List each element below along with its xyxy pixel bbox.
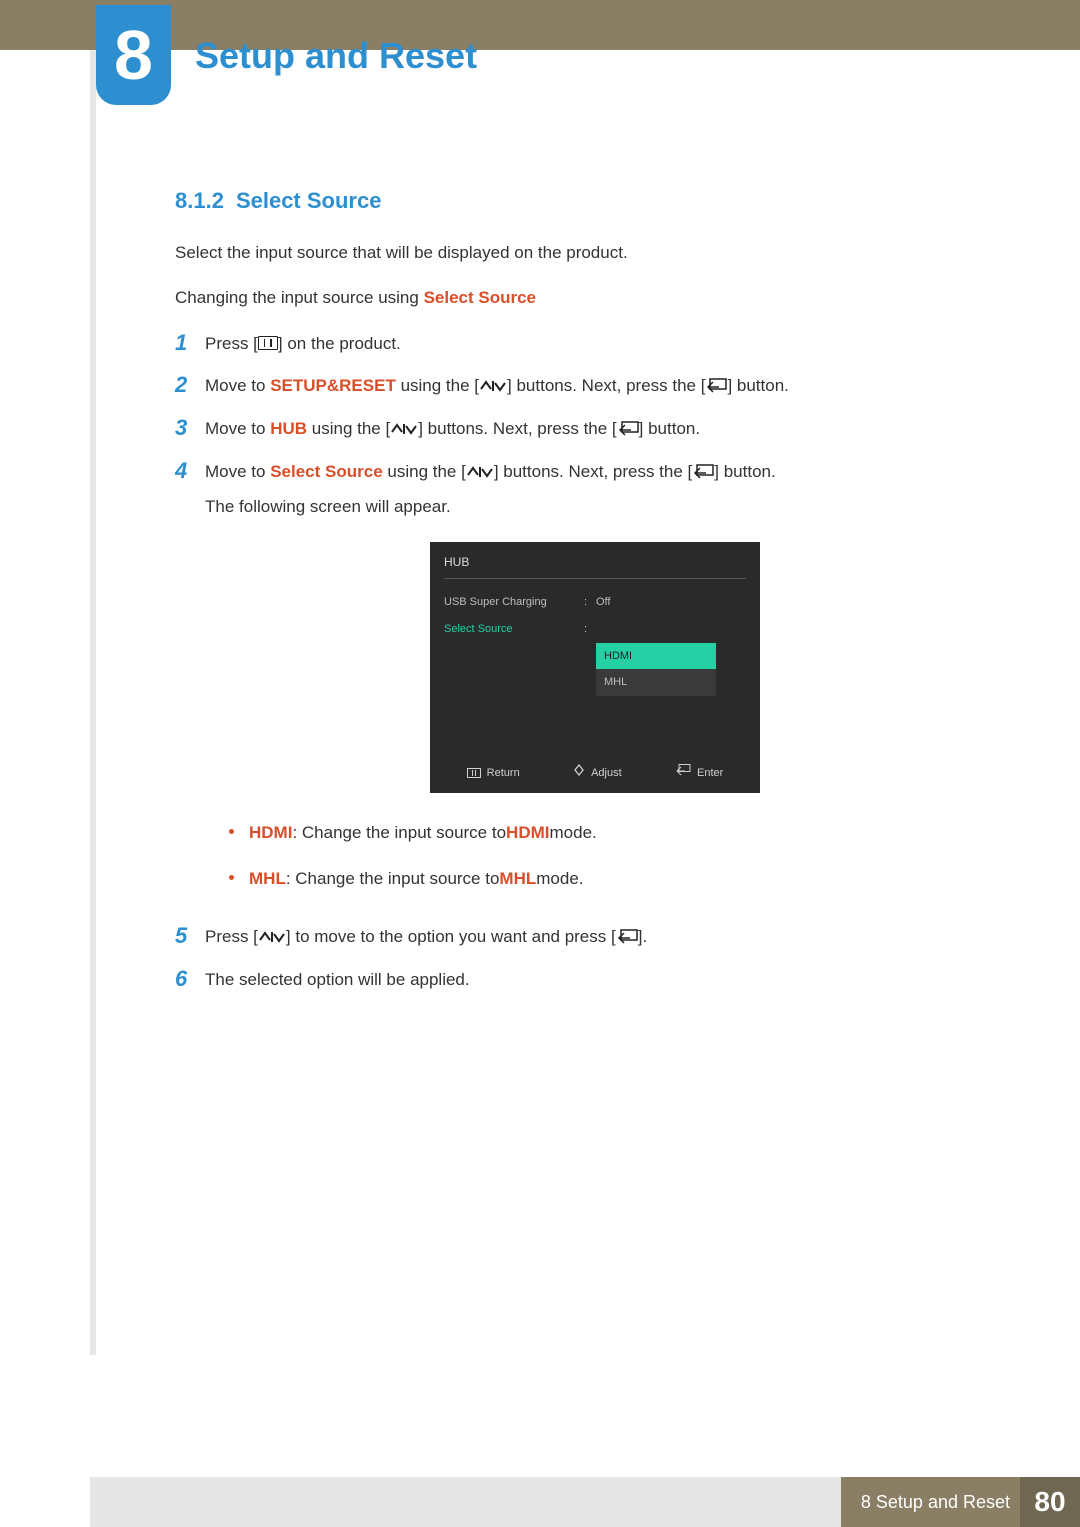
subhead: Changing the input source using Select S… [175,288,985,308]
section-number: 8.1.2 [175,188,224,213]
osd-footer-enter: Enter [675,764,723,783]
osd-label: Select Source [444,620,584,639]
osd-option-mhl: MHL [596,669,716,696]
intro-text: Select the input source that will be dis… [175,240,985,266]
step-number: 2 [175,372,205,398]
up-down-icon [390,422,418,436]
osd-label: USB Super Charging [444,593,584,612]
enter-icon [675,764,691,783]
up-down-icon [466,465,494,479]
menu-icon [467,768,481,778]
steps-list: 1 Press [] on the product. 2 Move to SET… [175,330,985,996]
step-4-line2: The following screen will appear. [205,493,985,522]
osd-footer: Return Adjust Enter [430,756,760,793]
chapter-tab: 8 [96,5,171,105]
step-2: 2 Move to SETUP&RESET using the [] butto… [175,372,985,401]
page-content: 8.1.2 Select Source Select the input sour… [175,188,985,1009]
step-body: Press [] on the product. [205,330,985,359]
subhead-em: Select Source [424,288,536,307]
enter-icon [616,929,638,945]
bullet-mhl: MHL: Change the input source to MHL mode… [229,863,985,895]
osd-row-select-source: Select Source : [430,616,760,643]
section-heading: 8.1.2 Select Source [175,188,985,214]
bullet-hdmi: HDMI: Change the input source to HDMI mo… [229,817,985,849]
step-1: 1 Press [] on the product. [175,330,985,359]
up-down-icon [258,930,286,944]
hub-em: HUB [270,419,307,438]
options-bullets: HDMI: Change the input source to HDMI mo… [229,817,985,896]
step-6: 6 The selected option will be applied. [175,966,985,995]
chapter-title: Setup and Reset [195,35,477,77]
adjust-icon [573,764,585,783]
step-4: 4 Move to Select Source using the [] but… [175,458,985,909]
osd-footer-return: Return [467,764,520,783]
step-number: 6 [175,966,205,992]
step-number: 4 [175,458,205,484]
step-body: Press [] to move to the option you want … [205,923,985,952]
step-body: Move to HUB using the [] buttons. Next, … [205,415,985,444]
setup-reset-em: SETUP&RESET [270,376,396,395]
step-number: 5 [175,923,205,949]
footer-spacer [90,1477,841,1527]
left-margin-stripe [90,50,96,1355]
section-title: Select Source [236,188,382,213]
osd-row-usb: USB Super Charging : Off [430,589,760,616]
enter-icon [692,464,714,480]
chapter-number: 8 [114,15,153,95]
select-source-em: Select Source [270,462,382,481]
osd-title: HUB [430,542,760,578]
step-body: Move to SETUP&RESET using the [] buttons… [205,372,985,401]
step-5: 5 Press [] to move to the option you wan… [175,923,985,952]
step-number: 1 [175,330,205,356]
enter-icon [617,421,639,437]
subhead-prefix: Changing the input source using [175,288,424,307]
page-number: 80 [1020,1477,1080,1527]
step-number: 3 [175,415,205,441]
osd-footer-adjust: Adjust [573,764,622,783]
osd-option-hdmi: HDMI [596,643,716,670]
footer-chapter-label: 8 Setup and Reset [841,1477,1020,1527]
enter-icon [705,378,727,394]
step-3: 3 Move to HUB using the [] buttons. Next… [175,415,985,444]
osd-value: Off [596,593,746,612]
menu-icon [258,336,278,350]
osd-dropdown: HDMI MHL [596,643,716,696]
osd-screenshot: HUB USB Super Charging : Off Select Sour… [430,542,760,793]
up-down-icon [479,379,507,393]
page-footer: 8 Setup and Reset 80 [0,1477,1080,1527]
osd-divider [444,578,746,579]
step-body: The selected option will be applied. [205,966,985,995]
step-body: Move to Select Source using the [] butto… [205,458,985,909]
